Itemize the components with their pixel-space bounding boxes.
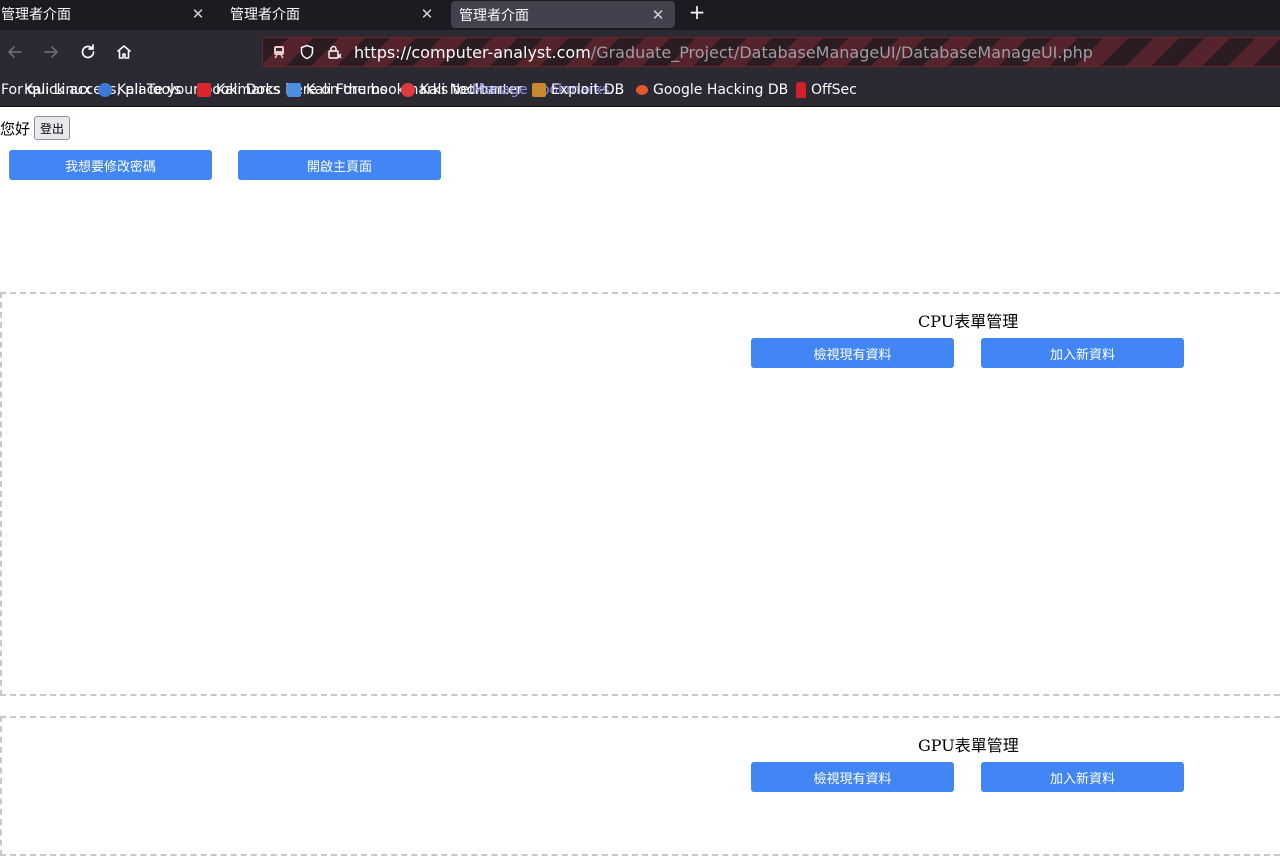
exploit-db-icon [532,83,546,97]
tab-close-icon[interactable]: ✕ [649,6,667,24]
tab-title: 管理者介面 [459,7,529,24]
page-content: 您好 登出 我想要修改密碼 開啟主頁面 CPU表單管理 檢視現有資料 加入新資料… [0,107,1280,856]
forward-icon[interactable] [39,40,63,64]
cpu-view-data-button[interactable]: 檢視現有資料 [751,338,954,368]
url-path: /Graduate_Project/DatabaseManageUI/Datab… [590,43,1093,62]
url-host: https://computer-analyst.com [354,43,591,62]
cpu-form-panel: CPU表單管理 檢視現有資料 加入新資料 [0,292,1280,696]
new-tab-icon[interactable]: + [686,2,708,24]
remote-control-icon[interactable] [271,44,287,64]
tab-close-icon[interactable]: ✕ [189,5,207,23]
kali-forums-icon [287,83,301,97]
cpu-panel-title: CPU表單管理 [918,312,1019,331]
tab-title: 管理者介面 [1,7,71,23]
kali-docs-icon [197,83,211,97]
gpu-view-data-button[interactable]: 檢視現有資料 [751,762,954,792]
user-greeting-row: 您好 登出 [0,116,71,140]
bookmark-exploit-db[interactable]: Exploit-DB [532,81,624,99]
reload-icon[interactable] [76,40,100,64]
cpu-add-data-button[interactable]: 加入新資料 [981,338,1184,368]
change-password-button[interactable]: 我想要修改密碼 [9,150,212,180]
google-hacking-db-icon [636,85,648,95]
gpu-panel-title: GPU表單管理 [918,736,1019,755]
tab-1[interactable]: 管理者介面 ✕ [0,0,215,28]
bookmark-google-hacking-db[interactable]: Google Hacking DB [636,81,788,99]
tab-3-active[interactable]: 管理者介面 ✕ [451,1,675,28]
url-text[interactable]: https://computer-analyst.com/Graduate_Pr… [354,43,1093,62]
bookmark-kali-tools[interactable]: Kali Tools [98,81,181,99]
offsec-icon [796,82,806,98]
bookmark-offsec[interactable]: OffSec [796,81,857,99]
back-icon[interactable] [3,40,27,64]
address-bar[interactable]: https://computer-analyst.com/Graduate_Pr… [262,37,1280,67]
shield-icon[interactable] [299,44,315,64]
kali-nethunter-icon [401,83,415,97]
gpu-add-data-button[interactable]: 加入新資料 [981,762,1184,792]
tab-title: 管理者介面 [230,7,300,23]
kali-tools-icon [98,83,112,97]
bookmark-kali-forums[interactable]: Kali Forums [287,81,387,99]
tab-2[interactable]: 管理者介面 ✕ [222,0,444,28]
bookmark-kali-linux[interactable]: Kali Linux [24,81,91,99]
navigation-bar: https://computer-analyst.com/Graduate_Pr… [0,30,1280,72]
gpu-form-panel: GPU表單管理 檢視現有資料 加入新資料 [0,716,1280,856]
greeting-text: 您好 [0,119,31,138]
tab-bar: 管理者介面 ✕ 管理者介面 ✕ 管理者介面 ✕ + [0,0,1280,30]
bookmarks-toolbar: For quick access, place your bookmarks h… [0,72,1280,107]
logout-button[interactable]: 登出 [34,116,71,140]
home-icon[interactable] [112,40,136,64]
tab-close-icon[interactable]: ✕ [418,5,436,23]
lock-icon[interactable] [327,44,343,64]
open-home-button[interactable]: 開啟主頁面 [238,150,441,180]
bookmark-kali-docs[interactable]: Kali Docs [197,81,280,99]
